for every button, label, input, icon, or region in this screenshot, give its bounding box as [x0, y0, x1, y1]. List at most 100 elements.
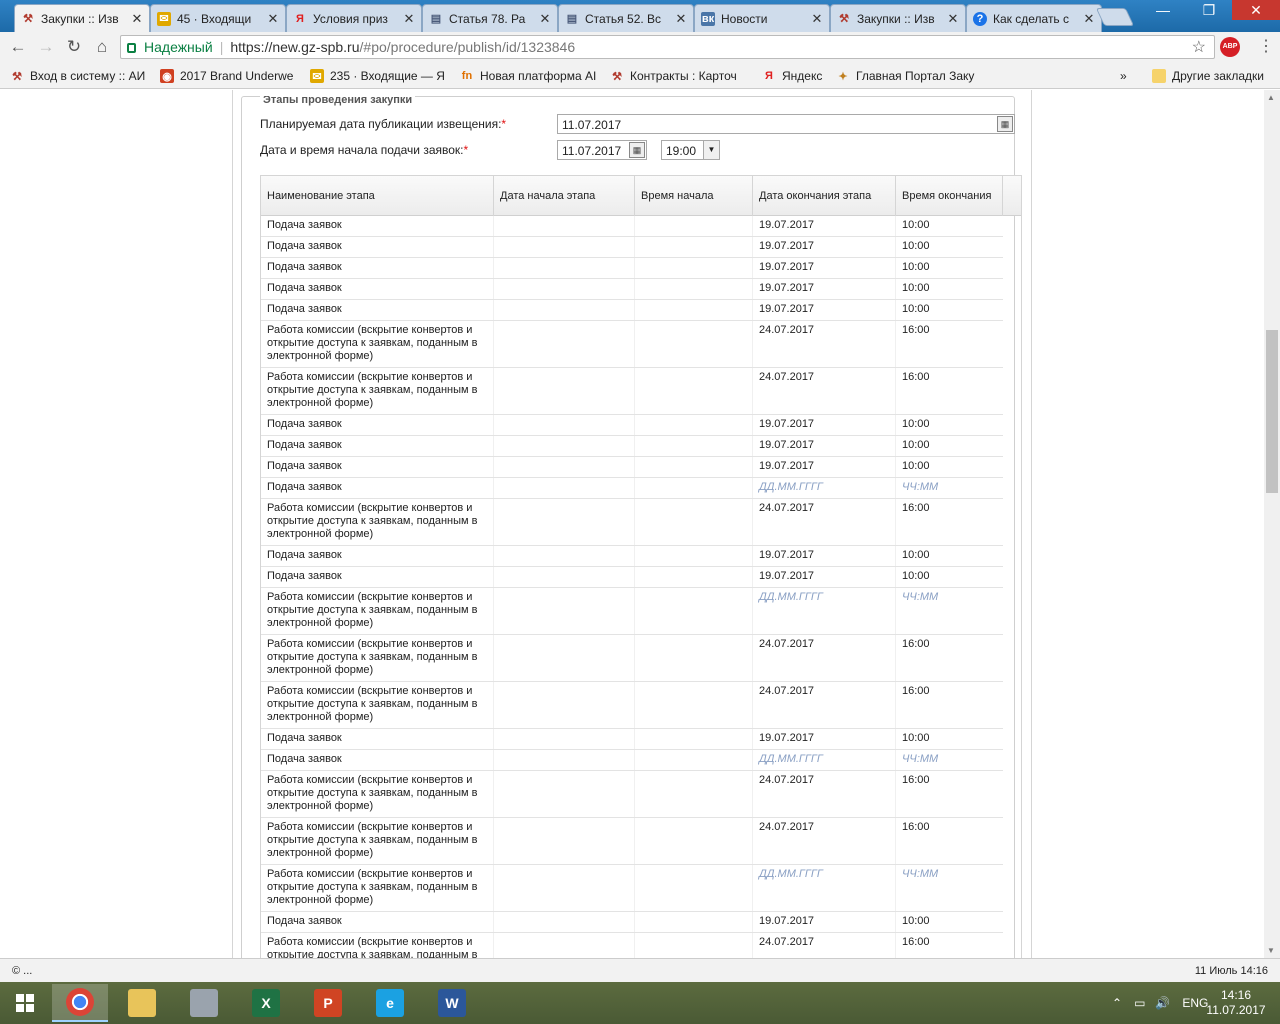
start-date-cell[interactable]	[494, 457, 635, 477]
start-time-cell[interactable]	[635, 750, 753, 770]
reload-icon[interactable]: ↻	[64, 37, 84, 57]
end-date-cell[interactable]: 24.07.2017	[753, 635, 896, 681]
scrollbar-thumb[interactable]	[1266, 330, 1278, 493]
table-row[interactable]: Подача заявок ДД.ММ.ГГГГ ЧЧ:ММ	[261, 478, 1003, 499]
windows-start-icon[interactable]	[0, 984, 50, 1022]
table-row[interactable]: Работа комиссии (вскрытие конвертов и от…	[261, 933, 1003, 958]
end-date-cell[interactable]: 19.07.2017	[753, 300, 896, 320]
taskbar-app-excel[interactable]: X	[238, 984, 294, 1022]
end-time-cell[interactable]: 10:00	[896, 300, 1003, 320]
browser-tab[interactable]: Я Условия приз ✕	[286, 4, 422, 32]
start-date-input[interactable]: 11.07.2017 ▦	[557, 140, 647, 160]
back-icon[interactable]: ←	[8, 37, 28, 57]
table-row[interactable]: Подача заявок 19.07.2017 10:00	[261, 546, 1003, 567]
start-time-select[interactable]: 19:00 ▼	[661, 140, 720, 160]
start-time-cell[interactable]	[635, 865, 753, 911]
start-time-cell[interactable]	[635, 216, 753, 236]
start-date-cell[interactable]	[494, 279, 635, 299]
tab-close-icon[interactable]: ✕	[947, 11, 959, 27]
end-date-cell[interactable]: 19.07.2017	[753, 237, 896, 257]
start-time-cell[interactable]	[635, 300, 753, 320]
browser-menu-icon[interactable]: ⋮	[1258, 37, 1274, 57]
column-header-end-date[interactable]: Дата окончания этапа	[753, 176, 896, 216]
tab-close-icon[interactable]: ✕	[131, 11, 143, 27]
end-date-cell[interactable]: 19.07.2017	[753, 546, 896, 566]
page-scrollbar[interactable]: ▲ ▼	[1264, 90, 1280, 958]
start-date-cell[interactable]	[494, 300, 635, 320]
end-time-cell[interactable]: ЧЧ:ММ	[896, 750, 1003, 770]
end-date-cell[interactable]: 19.07.2017	[753, 216, 896, 236]
tray-up-icon[interactable]: ⌃	[1112, 996, 1122, 1010]
end-time-cell[interactable]: 16:00	[896, 682, 1003, 728]
end-time-cell[interactable]: 10:00	[896, 546, 1003, 566]
table-row[interactable]: Работа комиссии (вскрытие конвертов и от…	[261, 682, 1003, 729]
column-header-end-time[interactable]: Время окончания	[896, 176, 1003, 216]
browser-tab[interactable]: ✉ 45 · Входящи ✕	[150, 4, 286, 32]
bookmark-item[interactable]: ⚒ Вход в систему :: АИ	[10, 68, 150, 84]
tab-close-icon[interactable]: ✕	[675, 11, 687, 27]
end-date-cell[interactable]: 19.07.2017	[753, 729, 896, 749]
adblock-icon[interactable]: ABP	[1220, 37, 1240, 57]
end-time-cell[interactable]: 16:00	[896, 771, 1003, 817]
publish-date-input[interactable]: 11.07.2017 ▦	[557, 114, 1015, 134]
bookmark-item[interactable]: ✦ Главная Портал Заку	[836, 68, 976, 84]
start-time-cell[interactable]	[635, 682, 753, 728]
start-date-cell[interactable]	[494, 258, 635, 278]
bookmark-item[interactable]: Я Яндекс	[762, 68, 826, 84]
start-date-cell[interactable]	[494, 546, 635, 566]
end-time-cell[interactable]: 10:00	[896, 436, 1003, 456]
table-row[interactable]: Подача заявок 19.07.2017 10:00	[261, 729, 1003, 750]
end-time-cell[interactable]: 10:00	[896, 216, 1003, 236]
clock[interactable]: 14:16 11.07.2017	[1200, 988, 1272, 1018]
table-row[interactable]: Подача заявок 19.07.2017 10:00	[261, 912, 1003, 933]
taskbar-app-chrome[interactable]	[52, 984, 108, 1022]
start-time-cell[interactable]	[635, 258, 753, 278]
calendar-icon[interactable]: ▦	[629, 142, 645, 158]
start-time-cell[interactable]	[635, 588, 753, 634]
end-time-cell[interactable]: 10:00	[896, 457, 1003, 477]
minimize-icon[interactable]: —	[1140, 0, 1186, 20]
tab-close-icon[interactable]: ✕	[1083, 11, 1095, 27]
end-time-cell[interactable]: 10:00	[896, 912, 1003, 932]
start-date-cell[interactable]	[494, 237, 635, 257]
start-date-cell[interactable]	[494, 682, 635, 728]
start-date-cell[interactable]	[494, 567, 635, 587]
start-time-cell[interactable]	[635, 499, 753, 545]
end-time-cell[interactable]: 16:00	[896, 933, 1003, 958]
start-date-cell[interactable]	[494, 321, 635, 367]
start-date-cell[interactable]	[494, 368, 635, 414]
start-date-cell[interactable]	[494, 933, 635, 958]
end-date-cell[interactable]: 24.07.2017	[753, 321, 896, 367]
end-time-cell[interactable]: 10:00	[896, 237, 1003, 257]
end-date-cell[interactable]: 24.07.2017	[753, 818, 896, 864]
secure-indicator[interactable]: Надежный	[127, 39, 213, 55]
table-row[interactable]: Работа комиссии (вскрытие конвертов и от…	[261, 865, 1003, 912]
taskbar-app-ie[interactable]: e	[362, 984, 418, 1022]
start-date-cell[interactable]	[494, 499, 635, 545]
start-date-cell[interactable]	[494, 750, 635, 770]
table-row[interactable]: Подача заявок 19.07.2017 10:00	[261, 258, 1003, 279]
table-row[interactable]: Подача заявок 19.07.2017 10:00	[261, 457, 1003, 478]
table-row[interactable]: Подача заявок 19.07.2017 10:00	[261, 300, 1003, 321]
start-time-cell[interactable]	[635, 933, 753, 958]
table-row[interactable]: Подача заявок 19.07.2017 10:00	[261, 237, 1003, 258]
start-time-cell[interactable]	[635, 635, 753, 681]
start-date-cell[interactable]	[494, 216, 635, 236]
address-bar[interactable]: Надежный | https://new.gz-spb.ru/#po/pro…	[120, 35, 1215, 59]
taskbar-app-explorer[interactable]	[114, 984, 170, 1022]
start-date-cell[interactable]	[494, 771, 635, 817]
table-row[interactable]: Работа комиссии (вскрытие конвертов и от…	[261, 635, 1003, 682]
end-date-cell[interactable]: 24.07.2017	[753, 499, 896, 545]
start-time-cell[interactable]	[635, 237, 753, 257]
table-row[interactable]: Подача заявок 19.07.2017 10:00	[261, 279, 1003, 300]
calendar-icon[interactable]: ▦	[997, 116, 1013, 132]
end-time-cell[interactable]: 16:00	[896, 499, 1003, 545]
end-time-cell[interactable]: 16:00	[896, 818, 1003, 864]
tab-close-icon[interactable]: ✕	[267, 11, 279, 27]
start-time-cell[interactable]	[635, 546, 753, 566]
start-time-cell[interactable]	[635, 771, 753, 817]
end-time-cell[interactable]: 10:00	[896, 415, 1003, 435]
start-date-cell[interactable]	[494, 912, 635, 932]
bookmark-item[interactable]: ◉ 2017 Brand Underwe	[160, 68, 298, 84]
table-row[interactable]: Работа комиссии (вскрытие конвертов и от…	[261, 818, 1003, 865]
